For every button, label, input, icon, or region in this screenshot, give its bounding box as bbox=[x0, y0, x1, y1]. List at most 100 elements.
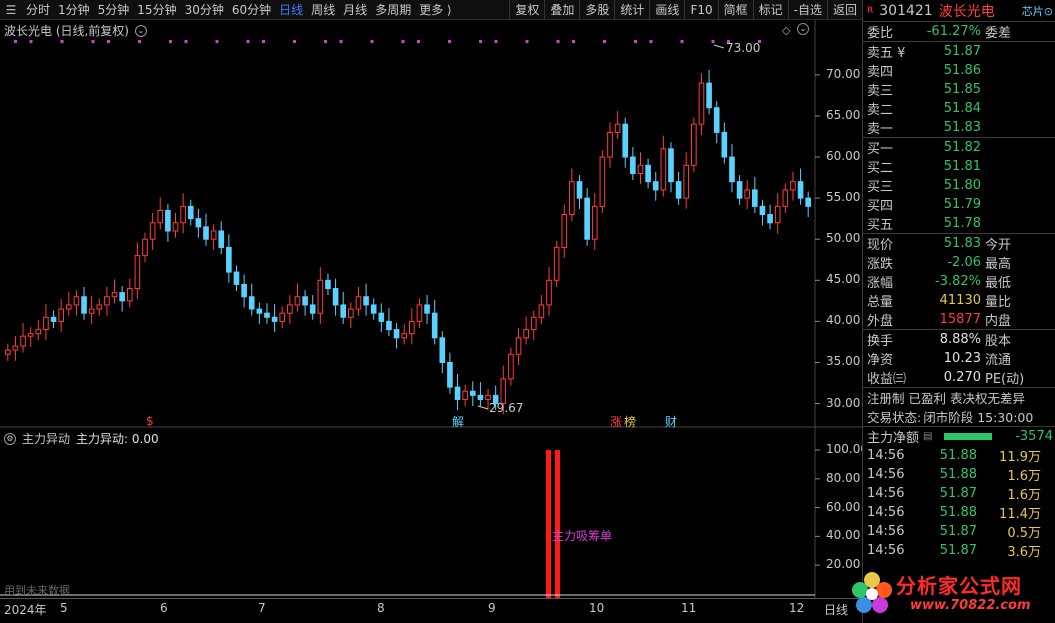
bids-row-1[interactable]: 买二 51.81 bbox=[863, 157, 1055, 176]
stat2-label2-0: 股本 bbox=[985, 334, 1012, 349]
candle-body-23 bbox=[180, 205, 186, 224]
asks-row-1[interactable]: 卖四 51.86 bbox=[863, 61, 1055, 80]
signal-dot-26 bbox=[417, 40, 420, 43]
candle-body-18 bbox=[142, 238, 148, 257]
tick-row-4: 14:56 51.87 0.5万 bbox=[863, 522, 1055, 541]
candle-body-100 bbox=[767, 214, 773, 224]
stats2-list: 换手 8.88% 股本 净资 10.23 流通 收益㈢ 0.270 PE(动) bbox=[863, 330, 1055, 387]
asks-row-0[interactable]: 卖五 ¥ 51.87 bbox=[863, 42, 1055, 61]
candle-body-47 bbox=[363, 296, 369, 306]
chart-area[interactable] bbox=[0, 0, 862, 598]
bids-row-0[interactable]: 买一 51.82 bbox=[863, 138, 1055, 157]
trade-status-value: 闭市阶段 15:30:00 bbox=[923, 410, 1034, 425]
x-label-1: 5 bbox=[60, 601, 68, 615]
candle-body-42 bbox=[325, 279, 331, 290]
tick-time-3: 14:56 bbox=[867, 505, 905, 520]
stat-label-4: 外盘 bbox=[867, 314, 894, 329]
signal-dot-31 bbox=[494, 40, 498, 43]
low-price-label: 29.67 bbox=[489, 401, 524, 415]
candle-body-73 bbox=[561, 214, 568, 248]
gear-icon[interactable]: ⚙ bbox=[4, 432, 16, 445]
indicator-spike-1 bbox=[555, 450, 560, 598]
signal-dot-45 bbox=[711, 40, 715, 43]
stock-code: 301421 bbox=[879, 2, 933, 19]
x-label-6: 10 bbox=[589, 601, 605, 615]
bids-row-2[interactable]: 买三 51.80 bbox=[863, 176, 1055, 195]
marker-bang[interactable]: 榜 bbox=[624, 413, 636, 430]
price-label-0: 70.00 bbox=[826, 66, 861, 81]
candle-body-8 bbox=[65, 304, 72, 310]
stat-label-0: 现价 bbox=[867, 238, 894, 253]
asks-row-2[interactable]: 卖三 51.85 bbox=[863, 80, 1055, 99]
candle-body-76 bbox=[584, 197, 590, 240]
net-flow-label[interactable]: 主力净额 bbox=[867, 427, 919, 446]
marker-zhang[interactable]: 涨 bbox=[610, 413, 622, 430]
stock-name[interactable]: 波长光电 bbox=[939, 1, 995, 21]
candle-body-16 bbox=[126, 288, 133, 302]
signal-dot-41 bbox=[649, 40, 653, 43]
signal-dot-23 bbox=[370, 40, 374, 43]
asks-label-4: 卖一 bbox=[867, 122, 894, 137]
price-label-7: 35.00 bbox=[826, 354, 861, 369]
stat-row-3: 总量 41130 量比 bbox=[863, 291, 1055, 310]
bids-row-4[interactable]: 买五 51.78 bbox=[863, 214, 1055, 233]
asks-price-4: 51.83 bbox=[943, 120, 981, 135]
weibi-value: -61.27% bbox=[926, 24, 981, 39]
weicha-label: 委差 bbox=[985, 26, 1012, 41]
signal-dot-11 bbox=[184, 40, 188, 43]
stats-list: 现价 51.83 今开 涨跌 -2.06 最高 涨幅 -3.82% 最低 总量 41130 量比 外盘 1… bbox=[863, 234, 1055, 329]
signal-dot-21 bbox=[339, 40, 343, 43]
candle-body-87 bbox=[668, 148, 674, 183]
candle-body-96 bbox=[736, 181, 743, 199]
candle-body-84 bbox=[645, 164, 651, 183]
candle-body-69 bbox=[530, 316, 537, 331]
bids-label-1: 买二 bbox=[867, 161, 894, 176]
candle-body-30 bbox=[233, 271, 240, 285]
asks-row-4[interactable]: 卖一 51.83 bbox=[863, 118, 1055, 137]
candle-body-7 bbox=[58, 308, 64, 322]
price-label-8: 30.00 bbox=[826, 395, 861, 410]
trade-status-row: 交易状态: 闭市阶段 15:30:00 bbox=[863, 407, 1055, 426]
bids-row-3[interactable]: 买四 51.79 bbox=[863, 195, 1055, 214]
list-icon[interactable]: ▤ bbox=[923, 431, 932, 442]
candle-body-71 bbox=[546, 279, 552, 306]
candle-body-43 bbox=[332, 288, 339, 306]
candle-body-98 bbox=[752, 189, 758, 207]
candle-body-99 bbox=[759, 205, 766, 216]
weibi-row: 委比 -61.27% 委差 bbox=[863, 22, 1055, 41]
indicator-name[interactable]: 主力异动 bbox=[22, 430, 70, 447]
quote-header: R 301421 波长光电 芯片⊙ bbox=[863, 0, 1055, 22]
tick-vol-3: 11.4万 bbox=[999, 507, 1041, 522]
candle-body-54 bbox=[416, 304, 423, 322]
chip-button[interactable]: 芯片⊙ bbox=[1022, 3, 1055, 19]
candle-body-35 bbox=[271, 316, 278, 322]
candle-body-89 bbox=[683, 164, 690, 199]
marker-s[interactable]: $ bbox=[146, 414, 154, 428]
marker-jie[interactable]: 解 bbox=[452, 413, 464, 430]
candle-body-56 bbox=[431, 312, 438, 339]
candle-body-40 bbox=[309, 304, 316, 314]
tick-time-0: 14:56 bbox=[867, 448, 905, 463]
bids-price-1: 51.81 bbox=[943, 159, 981, 174]
x-label-0: 2024年 bbox=[4, 603, 47, 617]
stat-label2-0: 今开 bbox=[985, 238, 1012, 253]
marker-cai[interactable]: 财 bbox=[665, 413, 677, 430]
indicator-value: 主力异动: 0.00 bbox=[76, 432, 159, 446]
candle-body-60 bbox=[462, 390, 468, 400]
candle-body-55 bbox=[424, 304, 430, 314]
tick-row-5: 14:56 51.87 3.6万 bbox=[863, 541, 1055, 560]
candle-body-27 bbox=[210, 230, 217, 240]
tick-vol-0: 11.9万 bbox=[999, 450, 1041, 465]
asks-row-3[interactable]: 卖二 51.84 bbox=[863, 99, 1055, 118]
candle-body-68 bbox=[523, 329, 529, 339]
x-label-5: 9 bbox=[488, 601, 496, 615]
candle-body-26 bbox=[203, 226, 209, 240]
indicator-label-3: 40.00 bbox=[826, 528, 861, 543]
x-axis-period[interactable]: 日线 bbox=[824, 601, 848, 618]
signal-dot-15 bbox=[246, 40, 250, 43]
candle-body-10 bbox=[81, 296, 87, 314]
bids-price-2: 51.80 bbox=[943, 178, 981, 193]
tick-price-1: 51.88 bbox=[939, 467, 977, 482]
candle-body-31 bbox=[241, 283, 247, 298]
stat-label2-1: 最高 bbox=[985, 257, 1012, 272]
